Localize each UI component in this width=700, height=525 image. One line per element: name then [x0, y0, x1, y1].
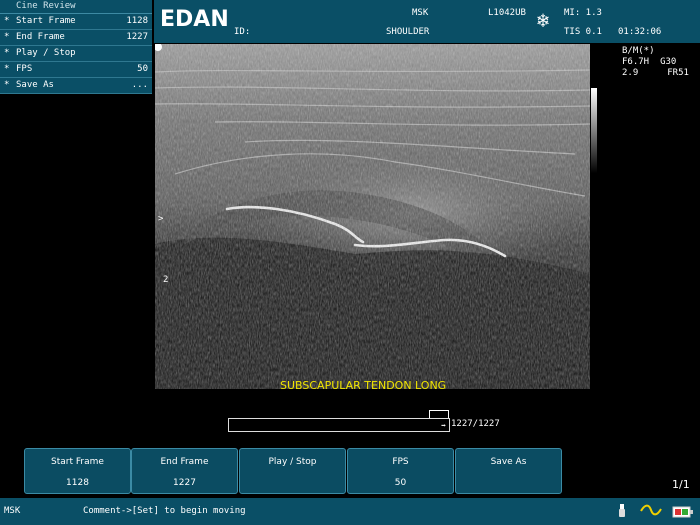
page-indicator: 1/1 — [672, 478, 690, 491]
play-stop-button[interactable]: Play / Stop — [239, 448, 346, 494]
cine-item-end-frame[interactable]: * End Frame 1227 — [0, 30, 152, 46]
softkey-title: Save As — [490, 457, 527, 467]
depth-marker: > — [158, 214, 164, 224]
gain: G30 — [660, 57, 677, 67]
cine-progress-fill — [229, 419, 449, 431]
cine-item-value: 1128 — [126, 16, 148, 26]
cine-item-value: 1227 — [126, 32, 148, 42]
cine-progress-bar[interactable]: ➡ — [228, 418, 450, 432]
exam-region: SHOULDER — [386, 27, 430, 37]
exam-type: MSK — [412, 8, 429, 18]
clock-time: 01:32:06 — [618, 27, 662, 37]
mechanical-index: MI: 1.3 — [564, 8, 602, 18]
status-message: Comment->[Set] to begin moving — [83, 506, 246, 516]
cine-item-value: ... — [131, 80, 148, 90]
cine-item-label: Start Frame — [16, 16, 76, 26]
depth-value: 2.9 — [622, 68, 639, 78]
menu-bullet: * — [4, 48, 10, 58]
menu-bullet: * — [4, 16, 10, 26]
fps-button[interactable]: FPS 50 — [347, 448, 454, 494]
cine-review-menu: Cine Review * Start Frame 1128 * End Fra… — [0, 0, 152, 94]
status-bar: MSK Comment->[Set] to begin moving — [0, 498, 700, 525]
usb-icon — [617, 503, 627, 523]
softkey-title: FPS — [392, 457, 409, 467]
cine-item-label: End Frame — [16, 32, 65, 42]
menu-bullet: * — [4, 32, 10, 42]
menu-bullet: * — [4, 80, 10, 90]
brand-logo: EDAN — [160, 7, 229, 32]
ultrasound-rendering — [155, 44, 590, 389]
softkey-value: 1227 — [173, 478, 196, 488]
cine-item-label: Save As — [16, 80, 54, 90]
waveform-icon — [640, 502, 662, 521]
softkey-title: Start Frame — [51, 457, 104, 467]
imaging-parameters: B/M(*) F6.7H G30 2.9 FR51 — [622, 46, 689, 79]
softkey-value: 50 — [394, 478, 407, 488]
probe-name: L1042UB — [488, 8, 526, 18]
freeze-snowflake-icon: ❄ — [537, 8, 550, 32]
cine-position-marker-icon[interactable]: ➡ — [441, 421, 446, 430]
cine-item-value: 50 — [137, 64, 148, 74]
frame-rate: FR51 — [667, 68, 689, 78]
softkey-title: Play / Stop — [268, 457, 317, 467]
image-annotation: SUBSCAPULAR TENDON LONG — [280, 379, 447, 392]
save-as-button[interactable]: Save As — [455, 448, 562, 494]
menu-bullet: * — [4, 64, 10, 74]
softkey-title: End Frame — [160, 457, 209, 467]
softkey-value: 1128 — [66, 478, 89, 488]
cine-item-label: FPS — [16, 64, 33, 74]
ultrasound-image[interactable]: > 2 — [155, 44, 590, 389]
cine-item-label: Play / Stop — [16, 48, 76, 58]
frequency: F6.7H — [622, 57, 650, 67]
imaging-mode: B/M(*) — [622, 46, 655, 56]
grayscale-bar — [591, 88, 597, 173]
status-mode: MSK — [4, 506, 21, 516]
header-bar: EDAN ID: MSK SHOULDER L1042UB ❄ MI: 1.3 … — [154, 0, 700, 43]
start-frame-button[interactable]: Start Frame 1128 — [24, 448, 131, 494]
thermal-index: TIS 0.1 — [564, 27, 602, 37]
cine-review-title: Cine Review — [0, 0, 152, 14]
depth-scale-label: 2 — [163, 275, 169, 285]
battery-icon — [672, 504, 694, 523]
cine-item-save-as[interactable]: * Save As ... — [0, 78, 152, 94]
cine-item-play-stop[interactable]: * Play / Stop — [0, 46, 152, 62]
cine-frame-counter: 1227/1227 — [451, 419, 500, 429]
patient-id-label: ID: — [234, 27, 251, 37]
cine-item-fps[interactable]: * FPS 50 — [0, 62, 152, 78]
cine-item-start-frame[interactable]: * Start Frame 1128 — [0, 14, 152, 30]
end-frame-button[interactable]: End Frame 1227 — [131, 448, 238, 494]
